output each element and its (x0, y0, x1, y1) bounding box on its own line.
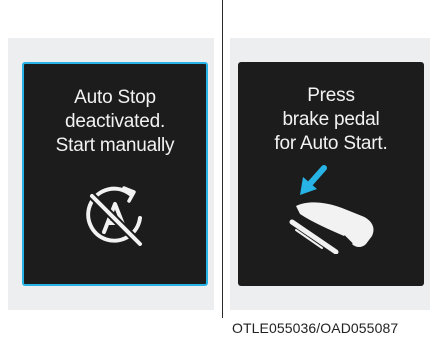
press-brake-message: Press brake pedal for Auto Start. (238, 84, 424, 156)
message-line: deactivated. (64, 111, 166, 132)
auto-stop-off-icon (86, 186, 143, 247)
message-line: brake pedal (282, 109, 380, 130)
auto-stop-message: Auto Stop deactivated. Start manually (24, 86, 206, 158)
center-divider (222, 0, 223, 318)
message-line: Start manually (55, 135, 175, 156)
message-line: Press (307, 85, 355, 106)
figure-code-caption: OTLE055036/OAD055087 (232, 320, 399, 336)
message-line: for Auto Start. (274, 133, 388, 154)
press-brake-display: Press brake pedal for Auto Start. (238, 62, 424, 286)
brake-pedal-press-icon (289, 165, 374, 254)
message-line: Auto Stop (74, 87, 156, 108)
auto-stop-deactivated-display: Auto Stop deactivated. Start manually (22, 62, 208, 286)
